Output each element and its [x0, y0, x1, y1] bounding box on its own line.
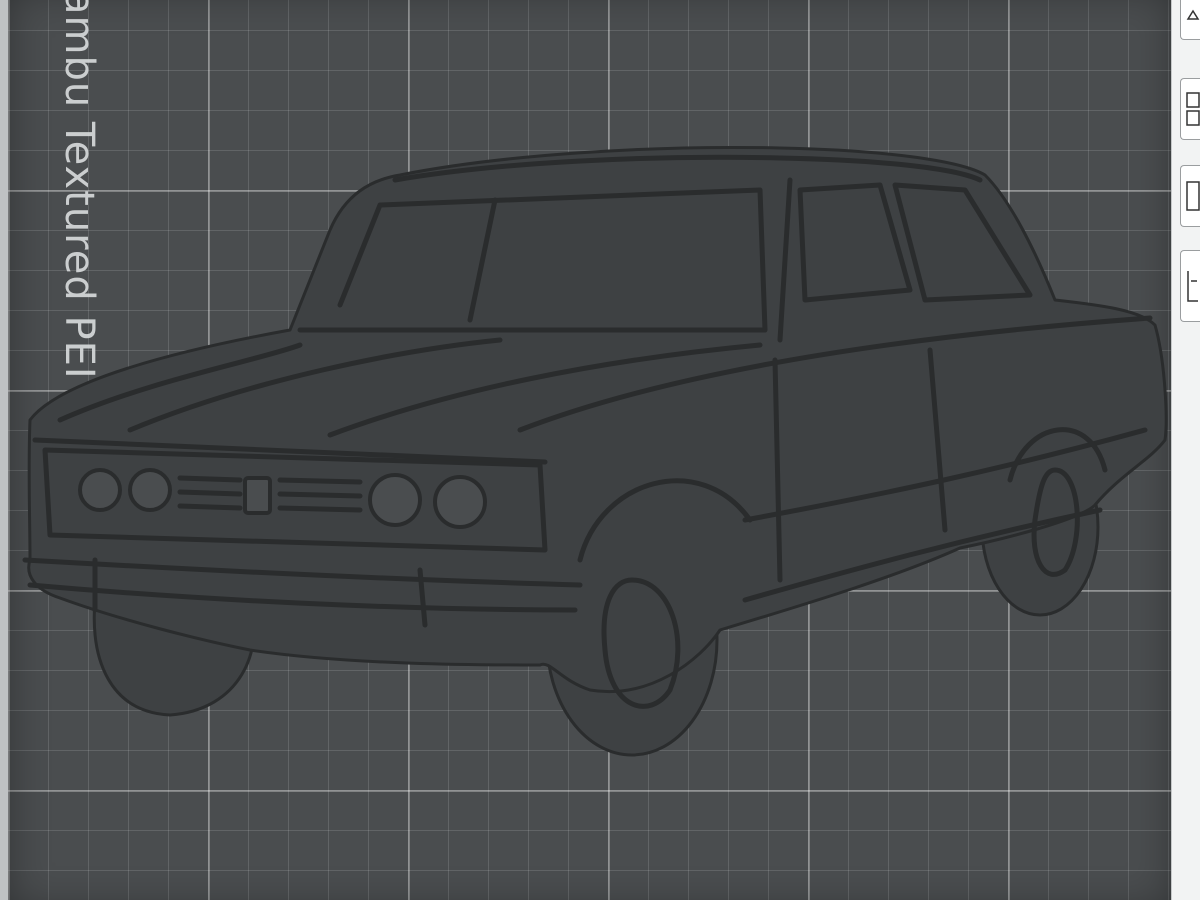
headlight-1: [78, 468, 122, 512]
split-icon: [1186, 271, 1198, 302]
headlight-3: [368, 473, 422, 527]
3d-viewport[interactable]: ambu Textured PEI Pl: [0, 0, 1200, 900]
headlight-2: [128, 468, 172, 512]
arrange-icon: [1185, 92, 1200, 126]
grille-bar-2: [177, 489, 243, 497]
layout-icon: [1185, 181, 1200, 211]
grille-bar-1: [177, 475, 243, 483]
grille-bar-6: [277, 505, 363, 513]
toolbar-button-split[interactable]: [1180, 250, 1200, 322]
car-model[interactable]: [0, 0, 1172, 900]
auto-orient-icon: [1186, 9, 1199, 20]
toolbar-button-layout[interactable]: [1180, 165, 1200, 227]
grille-bar-5: [277, 491, 363, 499]
grille-emblem: [243, 476, 272, 515]
car-body: [27, 145, 1168, 693]
grille-bar-4: [277, 477, 363, 485]
grille-bar-3: [177, 503, 243, 511]
headlight-4: [433, 475, 487, 529]
right-toolbar: [1171, 0, 1200, 900]
toolbar-button-arrange[interactable]: [1180, 78, 1200, 140]
toolbar-button-auto-orient[interactable]: [1180, 0, 1200, 40]
